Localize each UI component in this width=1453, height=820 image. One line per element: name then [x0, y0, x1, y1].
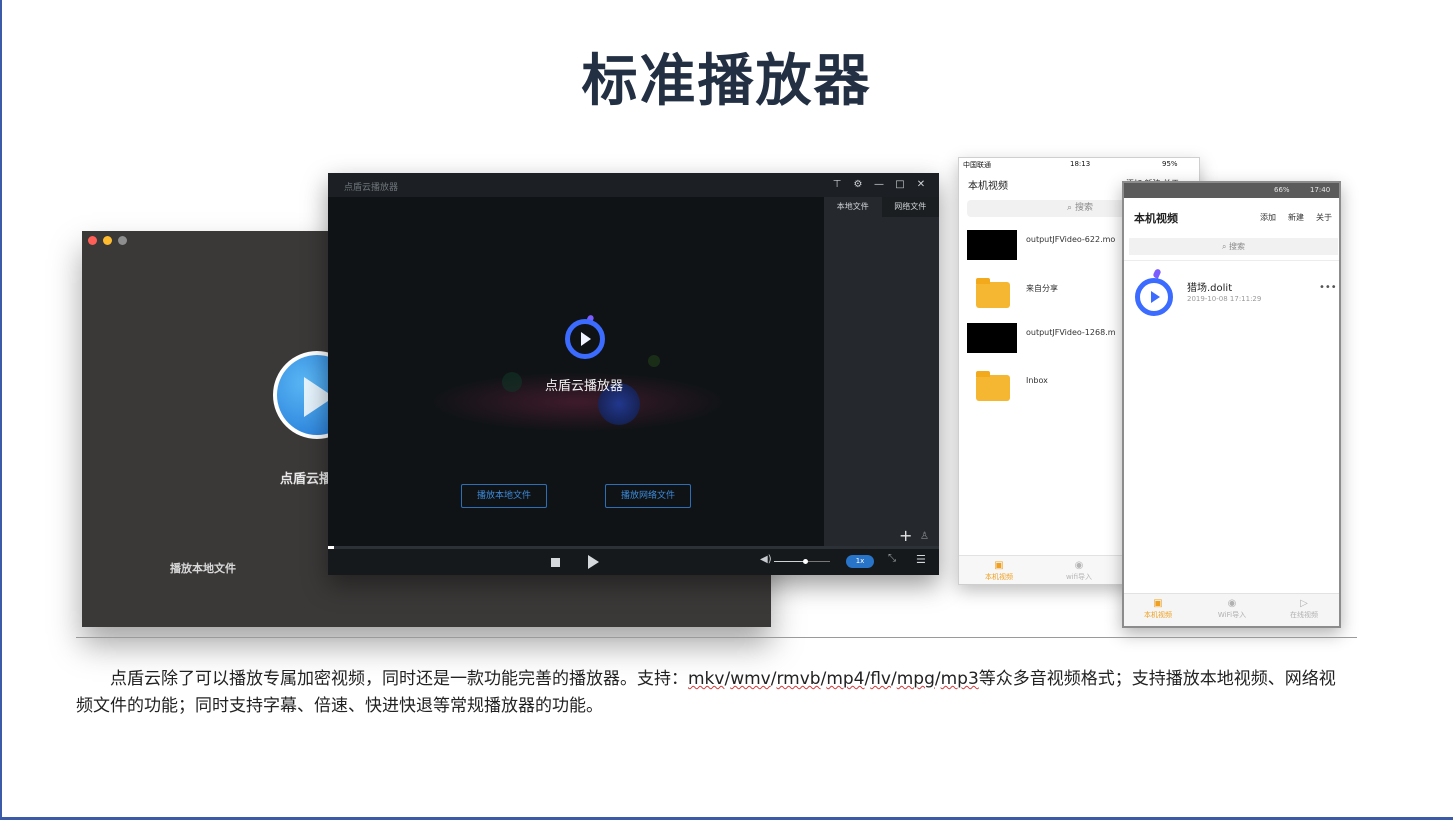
play-button[interactable] — [588, 555, 599, 569]
mac-window-controls — [88, 236, 127, 245]
playlist-icon[interactable]: ☰ — [916, 553, 926, 566]
volume-knob[interactable] — [802, 559, 808, 564]
tab-network-files[interactable]: 网络文件 — [881, 197, 939, 217]
android-header-actions: 添加 新建 关于 — [1260, 212, 1332, 223]
video-stage[interactable]: 点盾云播放器 播放本地文件 播放网络文件 — [328, 197, 824, 546]
new-button[interactable]: 新建 — [1288, 212, 1304, 223]
online-video-icon: ▷ — [1300, 598, 1308, 609]
app-logo-icon — [565, 319, 605, 359]
ios-search-placeholder: 搜索 — [1074, 203, 1093, 213]
local-video-icon: ▣ — [994, 560, 1004, 571]
local-video-icon: ▣ — [1153, 598, 1163, 609]
minimize-icon[interactable]: — — [873, 178, 885, 192]
mac-play-local-button[interactable]: 播放本地文件 — [170, 560, 236, 576]
slide-description: 点盾云除了可以播放专属加密视频，同时还是一款功能完善的播放器。支持：mkv/wm… — [76, 666, 1336, 720]
folder-icon — [976, 278, 1010, 308]
clean-icon[interactable]: ♙ — [920, 531, 929, 542]
window-title: 点盾云播放器 — [344, 183, 399, 193]
android-search-placeholder: 搜索 — [1229, 242, 1246, 251]
format-list: mkv/wmv/rmvb/mp4/flv/mpg/mp3 — [688, 669, 979, 689]
windows-player-window: 点盾云播放器 ⊤ ⚙ — □ ✕ 点盾云播放器 播放本地文件 播放网络文件 本地… — [328, 173, 939, 575]
close-icon[interactable]: ✕ — [915, 178, 927, 192]
play-network-file-button[interactable]: 播放网络文件 — [605, 484, 691, 508]
add-icon[interactable]: + — [899, 528, 912, 544]
tab-label: wifi导入 — [1065, 573, 1093, 581]
tab-label: 本机视频 — [1144, 611, 1172, 619]
tab-online-video[interactable]: ▷ 在线视频 — [1276, 598, 1332, 620]
file-name[interactable]: 猎场.dolit — [1187, 279, 1232, 294]
tab-label: 在线视频 — [1290, 611, 1318, 619]
title-bar: 点盾云播放器 ⊤ ⚙ — □ ✕ — [328, 173, 939, 197]
mac-app-name: 点盾云播 — [280, 472, 333, 487]
android-battery: 66% — [1274, 186, 1290, 194]
format-mp4: mp4 — [826, 669, 865, 689]
list-item-label: outputJFVideo-622.mo — [1026, 235, 1116, 244]
list-item-label: 来自分享 — [1026, 284, 1058, 293]
slide-frame-left — [0, 0, 2, 820]
video-thumbnail — [967, 323, 1017, 353]
list-item-label: outputJFVideo-1268.m — [1026, 328, 1116, 337]
more-icon[interactable]: ••• — [1319, 282, 1337, 293]
file-logo-icon — [1135, 278, 1173, 316]
android-search-input[interactable]: ⌕ 搜索 — [1129, 238, 1338, 255]
wifi-icon: ◉ — [1227, 598, 1237, 609]
gear-icon[interactable]: ⚙ — [852, 178, 864, 192]
wifi-icon: ◉ — [1074, 560, 1084, 571]
android-tab-bar: ▣ 本机视频 ◉ WiFi导入 ▷ 在线视频 — [1124, 593, 1339, 626]
android-time: 17:40 — [1310, 186, 1331, 194]
maximize-icon[interactable]: □ — [894, 178, 906, 192]
add-button[interactable]: 添加 — [1260, 212, 1276, 223]
window-controls: ⊤ ⚙ — □ ✕ — [831, 178, 927, 192]
player-app-name: 点盾云播放器 — [544, 379, 623, 394]
format-mp3: mp3 — [940, 669, 979, 689]
format-mkv: mkv — [688, 669, 725, 689]
mac-minimize-icon[interactable] — [103, 236, 112, 245]
playlist-panel: 本地文件 网络文件 + ♙ — [824, 197, 939, 546]
tab-local-video[interactable]: ▣ 本机视频 — [1130, 598, 1186, 620]
format-mpg: mpg — [896, 669, 935, 689]
divider — [1124, 260, 1339, 261]
speed-button[interactable]: 1x — [846, 555, 874, 568]
play-local-file-button[interactable]: 播放本地文件 — [461, 484, 547, 508]
control-bar: ◀) 1x ⤡ ☰ — [328, 549, 939, 575]
playlist-tabs: 本地文件 网络文件 — [824, 197, 939, 217]
volume-fill — [774, 561, 805, 562]
ios-battery: 95% — [1162, 160, 1178, 168]
tab-wifi-import[interactable]: ◉ WiFi导入 — [1204, 598, 1260, 620]
fullscreen-icon[interactable]: ⤡ — [888, 553, 896, 564]
file-date: 2019-10-08 17:11:29 — [1187, 295, 1262, 303]
divider-rule — [76, 637, 1357, 638]
format-rmvb: rmvb — [776, 669, 821, 689]
description-prefix: 点盾云除了可以播放专属加密视频，同时还是一款功能完善的播放器。支持： — [110, 669, 688, 689]
tab-label: WiFi导入 — [1217, 611, 1247, 619]
ios-carrier: 中国联通 — [963, 161, 991, 169]
about-button[interactable]: 关于 — [1316, 212, 1332, 223]
folder-icon — [976, 371, 1010, 401]
video-thumbnail — [967, 230, 1017, 260]
ios-header-title: 本机视频 — [968, 181, 1008, 192]
tab-local-video[interactable]: ▣ 本机视频 — [974, 560, 1024, 582]
mac-zoom-icon[interactable] — [118, 236, 127, 245]
android-header-title: 本机视频 — [1134, 212, 1178, 225]
android-status-bar: 66% 17:40 — [1124, 183, 1339, 198]
ios-status-bar: 中国联通 18:13 95% — [959, 158, 1199, 172]
slide-title: 标准播放器 — [581, 49, 872, 114]
decor-orb — [502, 372, 522, 392]
mac-close-icon[interactable] — [88, 236, 97, 245]
ios-time: 18:13 — [1070, 160, 1091, 168]
pin-icon[interactable]: ⊤ — [831, 178, 843, 192]
tab-wifi-import[interactable]: ◉ wifi导入 — [1054, 560, 1104, 582]
format-wmv: wmv — [730, 669, 771, 689]
stop-button[interactable] — [551, 558, 560, 567]
format-flv: flv — [870, 669, 891, 689]
tab-label: 本机视频 — [985, 573, 1013, 581]
volume-icon[interactable]: ◀) — [760, 554, 772, 565]
tab-local-files[interactable]: 本地文件 — [824, 197, 882, 217]
list-item-label: Inbox — [1026, 376, 1048, 385]
decor-orb — [648, 355, 660, 367]
android-app-screenshot: 66% 17:40 本机视频 添加 新建 关于 ⌕ 搜索 猎场.dolit 20… — [1122, 181, 1341, 628]
